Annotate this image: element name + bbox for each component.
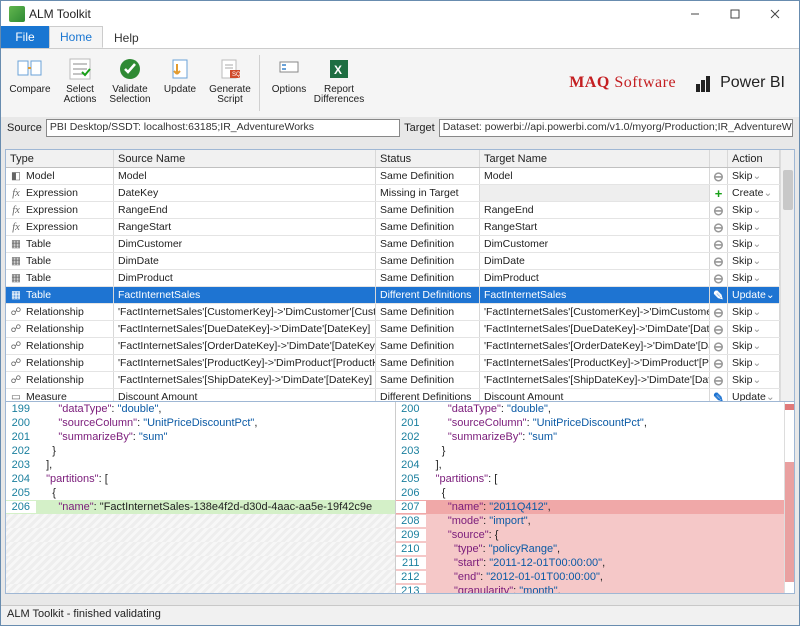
target-field[interactable]: Dataset: powerbi://api.powerbi.com/v1.0/… xyxy=(439,119,793,137)
col-status[interactable]: Status xyxy=(376,150,480,167)
generate-script-button[interactable]: SQL Generate Script xyxy=(205,51,255,105)
close-button[interactable] xyxy=(755,1,795,27)
status-bar: ALM Toolkit - finished validating xyxy=(1,605,799,625)
grid-row[interactable]: fxExpressionRangeEndSame DefinitionRange… xyxy=(6,202,780,219)
maximize-button[interactable] xyxy=(715,1,755,27)
list-check-icon xyxy=(66,55,94,83)
update-button[interactable]: Update xyxy=(155,51,205,95)
menu-bar: File Home Help xyxy=(1,27,799,49)
col-type[interactable]: Type xyxy=(6,150,114,167)
brand-area: MAQ Software Power BI xyxy=(569,51,795,115)
connection-bar: Source PBI Desktop/SSDT: localhost:63185… xyxy=(1,117,799,139)
grid-row[interactable]: ☍Relationship'FactInternetSales'[ShipDat… xyxy=(6,372,780,389)
maq-logo: MAQ Software xyxy=(569,74,676,92)
select-actions-button[interactable]: Select Actions xyxy=(55,51,105,105)
excel-icon: X xyxy=(325,55,353,83)
validate-icon xyxy=(116,55,144,83)
target-label: Target xyxy=(404,122,435,134)
col-source-name[interactable]: Source Name xyxy=(114,150,376,167)
svg-text:X: X xyxy=(334,63,342,77)
diff-target-pane[interactable]: 200 "dataType": "double",201 "sourceColu… xyxy=(396,402,785,593)
grid-row[interactable]: ☍Relationship'FactInternetSales'[OrderDa… xyxy=(6,338,780,355)
svg-text:SQL: SQL xyxy=(232,72,241,78)
grid-row[interactable]: ☍Relationship'FactInternetSales'[DueDate… xyxy=(6,321,780,338)
grid-row[interactable]: ▦TableDimDateSame DefinitionDimDate⊖Skip… xyxy=(6,253,780,270)
grid-row[interactable]: ▦TableDimCustomerSame DefinitionDimCusto… xyxy=(6,236,780,253)
diff-viewer: 199 "dataType": "double",200 "sourceColu… xyxy=(5,402,795,594)
menu-help[interactable]: Help xyxy=(103,26,150,48)
grid-row[interactable]: ▦TableFactInternetSalesDifferent Definit… xyxy=(6,287,780,304)
options-button[interactable]: Options xyxy=(264,51,314,95)
app-icon xyxy=(9,6,25,22)
powerbi-icon xyxy=(696,74,714,92)
source-field[interactable]: PBI Desktop/SSDT: localhost:63185;IR_Adv… xyxy=(46,119,400,137)
grid-row[interactable]: ▦TableDimProductSame DefinitionDimProduc… xyxy=(6,270,780,287)
minimize-button[interactable] xyxy=(675,1,715,27)
ribbon: Compare Select Actions Validate Selectio… xyxy=(1,49,799,117)
validate-selection-button[interactable]: Validate Selection xyxy=(105,51,155,105)
grid-row[interactable]: fxExpressionRangeStartSame DefinitionRan… xyxy=(6,219,780,236)
col-target-name[interactable]: Target Name xyxy=(480,150,710,167)
status-text: ALM Toolkit - finished validating xyxy=(7,608,161,620)
report-differences-button[interactable]: X Report Differences xyxy=(314,51,364,105)
col-action[interactable]: Action xyxy=(728,150,780,167)
diff-source-pane[interactable]: 199 "dataType": "double",200 "sourceColu… xyxy=(6,402,396,593)
grid-row[interactable]: fxExpressionDateKeyMissing in Target+Cre… xyxy=(6,185,780,202)
menu-home[interactable]: Home xyxy=(49,26,103,48)
grid-row[interactable]: ▭MeasureDiscount AmountDifferent Definit… xyxy=(6,389,780,401)
update-icon xyxy=(166,55,194,83)
diff-overview-strip[interactable] xyxy=(784,402,794,593)
menu-file[interactable]: File xyxy=(1,26,49,48)
window-title: ALM Toolkit xyxy=(29,7,675,21)
comparison-grid[interactable]: Type Source Name Status Target Name Acti… xyxy=(5,149,795,402)
grid-row[interactable]: ☍Relationship'FactInternetSales'[Custome… xyxy=(6,304,780,321)
grid-header: Type Source Name Status Target Name Acti… xyxy=(6,150,780,168)
grid-row[interactable]: ◧ModelModelSame DefinitionModel⊖Skip ⌄ xyxy=(6,168,780,185)
compare-icon xyxy=(16,55,44,83)
options-icon xyxy=(275,55,303,83)
grid-scrollbar[interactable] xyxy=(780,150,794,401)
grid-row[interactable]: ☍Relationship'FactInternetSales'[Product… xyxy=(6,355,780,372)
script-icon: SQL xyxy=(216,55,244,83)
powerbi-logo: Power BI xyxy=(696,74,785,92)
compare-button[interactable]: Compare xyxy=(5,51,55,95)
title-bar: ALM Toolkit xyxy=(1,1,799,27)
source-label: Source xyxy=(7,122,42,134)
